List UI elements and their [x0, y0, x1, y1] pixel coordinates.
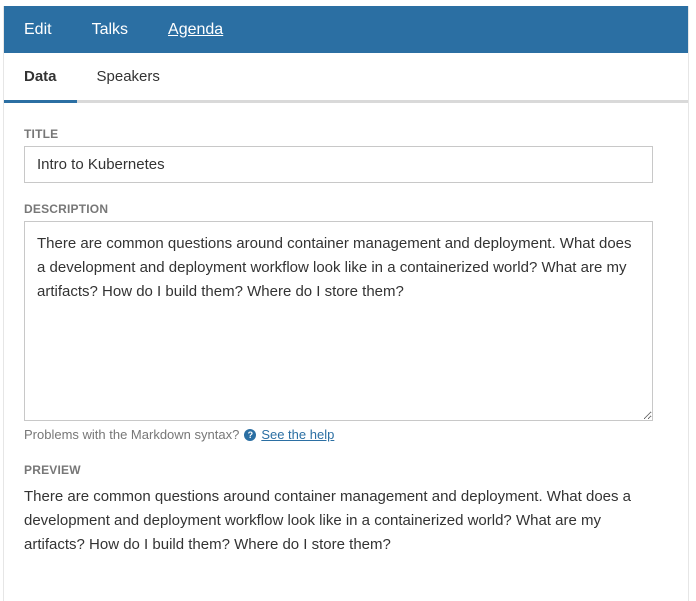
markdown-help: Problems with the Markdown syntax? ? See… — [24, 427, 668, 442]
description-textarea[interactable]: There are common questions around contai… — [24, 221, 653, 421]
nav-talks[interactable]: Talks — [92, 21, 128, 39]
top-nav: Edit Talks Agenda — [4, 6, 688, 53]
preview-label: PREVIEW — [24, 463, 81, 477]
question-circle-icon[interactable]: ? — [244, 428, 257, 441]
nav-agenda[interactable]: Agenda — [168, 21, 223, 39]
see-help-link[interactable]: See the help — [261, 427, 334, 442]
preview-text: There are common questions around contai… — [24, 488, 632, 553]
form-content: TITLE DESCRIPTION There are common quest… — [4, 127, 688, 557]
nav-edit[interactable]: Edit — [24, 21, 52, 39]
help-text: Problems with the Markdown syntax? — [24, 427, 240, 442]
description-label: DESCRIPTION — [24, 202, 109, 216]
title-label: TITLE — [24, 127, 59, 141]
title-input[interactable] — [24, 146, 653, 183]
tab-data[interactable]: Data — [4, 53, 77, 103]
talk-editor: Edit Talks Agenda Data Speakers TITLE DE… — [3, 6, 689, 601]
tab-bar: Data Speakers — [4, 53, 688, 103]
tab-speakers[interactable]: Speakers — [77, 53, 180, 100]
